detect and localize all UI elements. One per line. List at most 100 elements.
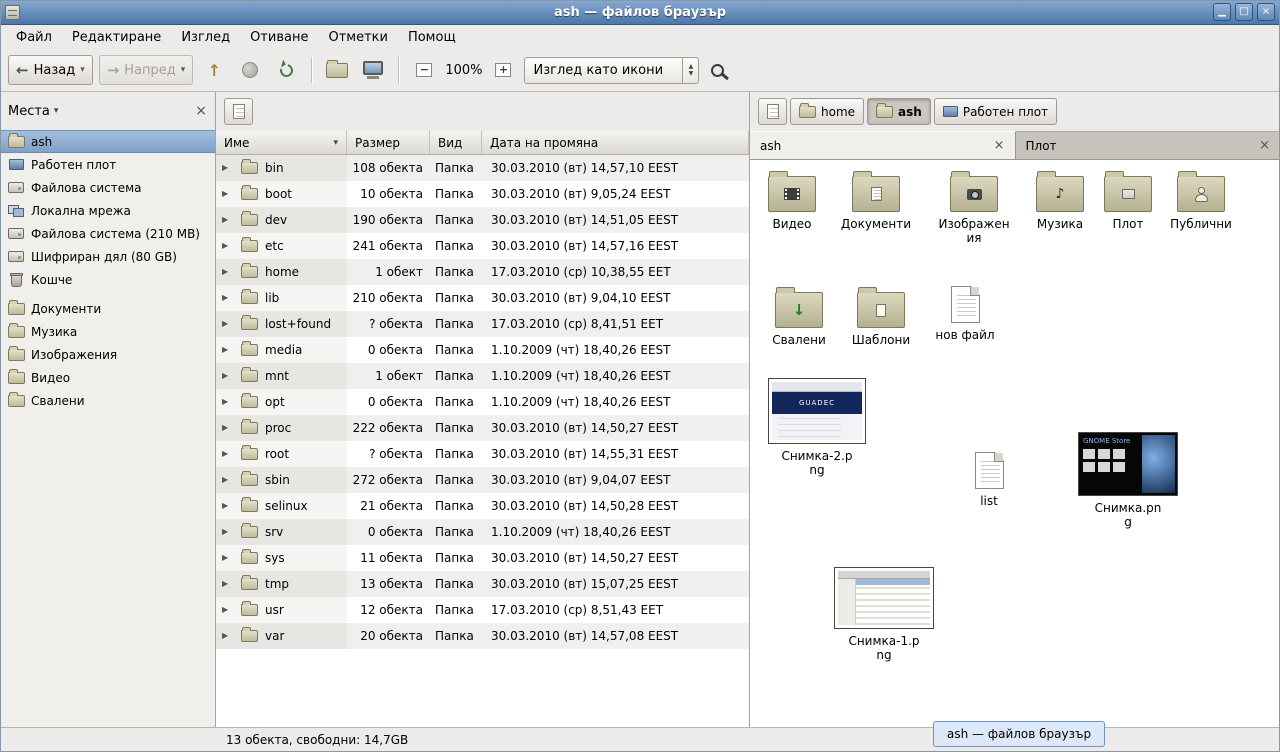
table-row-home[interactable]: ▶home 1 обект Папка 17.03.2010 (ср) 10,3…	[216, 259, 749, 285]
table-row-proc[interactable]: ▶proc 222 обекта Папка 30.03.2010 (вт) 1…	[216, 415, 749, 441]
table-row-lost-found[interactable]: ▶lost+found ? обекта Папка 17.03.2010 (с…	[216, 311, 749, 337]
table-row-opt[interactable]: ▶opt 0 обекта Папка 1.10.2009 (чт) 18,40…	[216, 389, 749, 415]
icon-item-new-file[interactable]: нов файл	[925, 282, 1005, 342]
sidebar-title[interactable]: Места	[8, 104, 50, 119]
icon-item-list-file[interactable]: list	[949, 448, 1029, 508]
sidebar-chevron-icon[interactable]: ▾	[54, 106, 59, 116]
tab-close-icon[interactable]: ×	[1259, 138, 1270, 153]
table-row-bin[interactable]: ▶bin 108 обекта Папка 30.03.2010 (вт) 14…	[216, 155, 749, 181]
sidebar-item-ash[interactable]: ash	[0, 130, 215, 153]
table-row-dev[interactable]: ▶dev 190 обекта Папка 30.03.2010 (вт) 14…	[216, 207, 749, 233]
table-row-mnt[interactable]: ▶mnt 1 обект Папка 1.10.2009 (чт) 18,40,…	[216, 363, 749, 389]
sidebar-item-pictures[interactable]: Изображения	[0, 343, 215, 366]
expander-icon[interactable]: ▶	[222, 493, 234, 519]
zoom-in-button[interactable]: +	[488, 55, 518, 85]
maximize-button[interactable]: □	[1235, 3, 1253, 21]
menu-help[interactable]: Помощ	[398, 27, 466, 48]
table-row-root[interactable]: ▶root ? обекта Папка 30.03.2010 (вт) 14,…	[216, 441, 749, 467]
sidebar-close-icon[interactable]: ×	[195, 103, 207, 119]
path-button-root[interactable]	[224, 98, 253, 125]
tab-close-icon[interactable]: ×	[994, 138, 1005, 153]
menu-file[interactable]: Файл	[6, 27, 62, 48]
icon-grid[interactable]: Видео Документи Изображения ♪ Музика Пло…	[750, 160, 1280, 727]
expander-icon[interactable]: ▶	[222, 207, 234, 233]
icon-item-videos[interactable]: Видео	[752, 170, 832, 231]
sidebar-item-downloads[interactable]: Свалени	[0, 389, 215, 412]
sidebar-item-documents[interactable]: Документи	[0, 297, 215, 320]
expander-icon[interactable]: ▶	[222, 155, 234, 181]
computer-button[interactable]	[358, 55, 388, 85]
forward-history-chevron-icon[interactable]: ▾	[181, 65, 186, 75]
expander-icon[interactable]: ▶	[222, 441, 234, 467]
icon-item-snimka-1[interactable]: Снимка-1.png	[832, 567, 936, 662]
table-row-selinux[interactable]: ▶selinux 21 обекта Папка 30.03.2010 (вт)…	[216, 493, 749, 519]
path-button-ash[interactable]: ash	[867, 98, 931, 125]
home-button[interactable]	[322, 55, 352, 85]
sidebar-item-trash[interactable]: Кошче	[0, 268, 215, 291]
menu-bookmarks[interactable]: Отметки	[318, 27, 397, 48]
table-row-tmp[interactable]: ▶tmp 13 обекта Папка 30.03.2010 (вт) 15,…	[216, 571, 749, 597]
table-row-lib[interactable]: ▶lib 210 обекта Папка 30.03.2010 (вт) 9,…	[216, 285, 749, 311]
table-row-usr[interactable]: ▶usr 12 обекта Папка 17.03.2010 (ср) 8,5…	[216, 597, 749, 623]
icon-item-public[interactable]: Публични	[1161, 170, 1241, 231]
table-row-sys[interactable]: ▶sys 11 обекта Папка 30.03.2010 (вт) 14,…	[216, 545, 749, 571]
expander-icon[interactable]: ▶	[222, 233, 234, 259]
expander-icon[interactable]: ▶	[222, 597, 234, 623]
expander-icon[interactable]: ▶	[222, 545, 234, 571]
view-mode-spinner-icon[interactable]: ▲ ▼	[682, 58, 698, 83]
tab-plot[interactable]: Плот ×	[1016, 131, 1280, 159]
column-header-modified[interactable]: Дата на промяна	[482, 131, 749, 154]
column-header-type[interactable]: Вид	[430, 131, 482, 154]
minimize-button[interactable]: ▁	[1213, 3, 1231, 21]
table-row-media[interactable]: ▶media 0 обекта Папка 1.10.2009 (чт) 18,…	[216, 337, 749, 363]
expander-icon[interactable]: ▶	[222, 363, 234, 389]
icon-item-downloads[interactable]: ↓ Свалени	[759, 286, 839, 347]
sidebar-item-desktop[interactable]: Работен плот	[0, 153, 215, 176]
table-row-etc[interactable]: ▶etc 241 обекта Папка 30.03.2010 (вт) 14…	[216, 233, 749, 259]
up-button[interactable]: ↑	[199, 55, 229, 85]
menu-view[interactable]: Изглед	[171, 27, 240, 48]
column-header-size[interactable]: Размер	[347, 131, 430, 154]
forward-button[interactable]: → Напред ▾	[99, 55, 194, 85]
icon-item-desktop-folder[interactable]: Плот	[1088, 170, 1168, 231]
expander-icon[interactable]: ▶	[222, 259, 234, 285]
sidebar-item-network[interactable]: Локална мрежа	[0, 199, 215, 222]
expander-icon[interactable]: ▶	[222, 623, 234, 649]
tab-ash[interactable]: ash ×	[750, 131, 1016, 159]
expander-icon[interactable]: ▶	[222, 415, 234, 441]
icon-item-pictures[interactable]: Изображения	[934, 170, 1014, 245]
table-row-sbin[interactable]: ▶sbin 272 обекта Папка 30.03.2010 (вт) 9…	[216, 467, 749, 493]
table-row-srv[interactable]: ▶srv 0 обекта Папка 1.10.2009 (чт) 18,40…	[216, 519, 749, 545]
expander-icon[interactable]: ▶	[222, 389, 234, 415]
sidebar-item-videos[interactable]: Видео	[0, 366, 215, 389]
sidebar-item-filesystem-210mb[interactable]: Файлова система (210 MB)	[0, 222, 215, 245]
view-mode-select[interactable]: Изглед като икони ▲ ▼	[524, 57, 699, 84]
sidebar-item-filesystem[interactable]: Файлова система	[0, 176, 215, 199]
menu-go[interactable]: Отиване	[240, 27, 318, 48]
close-button[interactable]: ×	[1257, 3, 1275, 21]
expander-icon[interactable]: ▶	[222, 519, 234, 545]
icon-item-templates[interactable]: Шаблони	[841, 286, 921, 347]
expander-icon[interactable]: ▶	[222, 181, 234, 207]
zoom-out-button[interactable]: −	[409, 55, 439, 85]
path-button-desktop[interactable]: Работен плот	[934, 98, 1057, 125]
expander-icon[interactable]: ▶	[222, 285, 234, 311]
menu-edit[interactable]: Редактиране	[62, 27, 171, 48]
expander-icon[interactable]: ▶	[222, 571, 234, 597]
expander-icon[interactable]: ▶	[222, 337, 234, 363]
icon-item-snimka[interactable]: GNOME Store Снимка.png	[1076, 432, 1180, 529]
icon-item-documents[interactable]: Документи	[836, 170, 916, 231]
sidebar-item-encrypted-80gb[interactable]: Шифриран дял (80 GB)	[0, 245, 215, 268]
back-button[interactable]: ← Назад ▾	[8, 55, 93, 85]
reload-button[interactable]	[271, 55, 301, 85]
table-row-boot[interactable]: ▶boot 10 обекта Папка 30.03.2010 (вт) 9,…	[216, 181, 749, 207]
sidebar-item-music[interactable]: Музика	[0, 320, 215, 343]
icon-item-snimka-2[interactable]: GUADEC Снимка-2.png	[765, 378, 869, 477]
column-header-name[interactable]: Име ▾	[216, 131, 347, 154]
table-row-var[interactable]: ▶var 20 обекта Папка 30.03.2010 (вт) 14,…	[216, 623, 749, 649]
expander-icon[interactable]: ▶	[222, 467, 234, 493]
back-history-chevron-icon[interactable]: ▾	[80, 65, 85, 75]
search-button[interactable]	[705, 55, 735, 85]
path-button-home[interactable]: home	[790, 98, 864, 125]
stop-button[interactable]	[235, 55, 265, 85]
